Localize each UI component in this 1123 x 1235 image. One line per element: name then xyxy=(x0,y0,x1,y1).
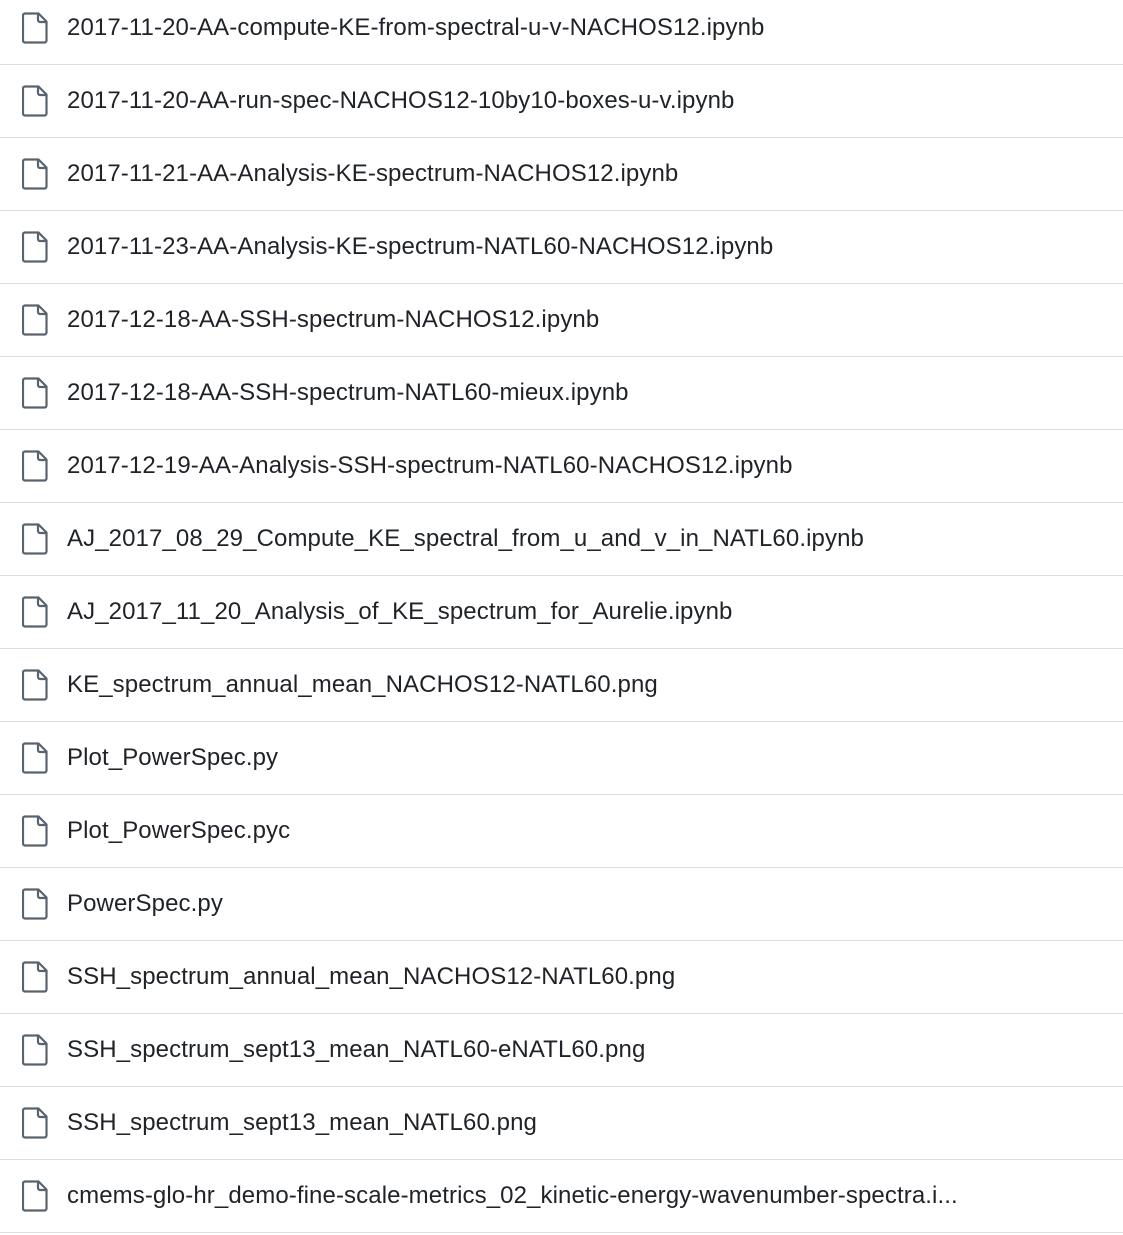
file-name-link[interactable]: 2017-11-20-AA-run-spec-NACHOS12-10by10-b… xyxy=(67,87,1063,115)
file-name-link[interactable]: SSH_spectrum_sept13_mean_NATL60.png xyxy=(67,1109,1063,1137)
file-name-link[interactable]: SSH_spectrum_sept13_mean_NATL60-eNATL60.… xyxy=(67,1036,1063,1064)
file-icon xyxy=(22,596,48,628)
file-row-16[interactable]: cmems-glo-hr_demo-fine-scale-metrics_02_… xyxy=(0,1160,1123,1233)
file-name-link[interactable]: 2017-11-20-AA-compute-KE-from-spectral-u… xyxy=(67,14,1063,42)
file-icon xyxy=(22,85,48,117)
file-row-15[interactable]: SSH_spectrum_sept13_mean_NATL60.png xyxy=(0,1087,1123,1160)
file-icon xyxy=(22,231,48,263)
file-icon xyxy=(22,669,48,701)
file-icon xyxy=(22,158,48,190)
file-name-link[interactable]: SSH_spectrum_annual_mean_NACHOS12-NATL60… xyxy=(67,963,1063,991)
file-icon xyxy=(22,1107,48,1139)
file-row-12[interactable]: PowerSpec.py xyxy=(0,868,1123,941)
file-icon xyxy=(22,1034,48,1066)
file-list: 2017-11-20-AA-compute-KE-from-spectral-u… xyxy=(0,0,1123,1233)
file-icon xyxy=(22,12,48,44)
file-name-link[interactable]: cmems-glo-hr_demo-fine-scale-metrics_02_… xyxy=(67,1182,1063,1210)
file-icon xyxy=(22,304,48,336)
file-icon xyxy=(22,450,48,482)
file-name-link[interactable]: PowerSpec.py xyxy=(67,890,1063,918)
file-row-9[interactable]: KE_spectrum_annual_mean_NACHOS12-NATL60.… xyxy=(0,649,1123,722)
file-icon xyxy=(22,888,48,920)
file-row-3[interactable]: 2017-11-23-AA-Analysis-KE-spectrum-NATL6… xyxy=(0,211,1123,284)
file-row-10[interactable]: Plot_PowerSpec.py xyxy=(0,722,1123,795)
file-icon xyxy=(22,377,48,409)
file-row-0[interactable]: 2017-11-20-AA-compute-KE-from-spectral-u… xyxy=(0,0,1123,65)
file-name-link[interactable]: 2017-11-21-AA-Analysis-KE-spectrum-NACHO… xyxy=(67,160,1063,188)
file-name-link[interactable]: Plot_PowerSpec.py xyxy=(67,744,1063,772)
file-row-8[interactable]: AJ_2017_11_20_Analysis_of_KE_spectrum_fo… xyxy=(0,576,1123,649)
file-row-1[interactable]: 2017-11-20-AA-run-spec-NACHOS12-10by10-b… xyxy=(0,65,1123,138)
file-icon xyxy=(22,742,48,774)
file-name-link[interactable]: AJ_2017_08_29_Compute_KE_spectral_from_u… xyxy=(67,525,1063,553)
file-row-5[interactable]: 2017-12-18-AA-SSH-spectrum-NATL60-mieux.… xyxy=(0,357,1123,430)
file-row-6[interactable]: 2017-12-19-AA-Analysis-SSH-spectrum-NATL… xyxy=(0,430,1123,503)
file-row-14[interactable]: SSH_spectrum_sept13_mean_NATL60-eNATL60.… xyxy=(0,1014,1123,1087)
file-name-link[interactable]: 2017-11-23-AA-Analysis-KE-spectrum-NATL6… xyxy=(67,233,1063,261)
file-name-link[interactable]: 2017-12-19-AA-Analysis-SSH-spectrum-NATL… xyxy=(67,452,1063,480)
file-row-4[interactable]: 2017-12-18-AA-SSH-spectrum-NACHOS12.ipyn… xyxy=(0,284,1123,357)
file-row-7[interactable]: AJ_2017_08_29_Compute_KE_spectral_from_u… xyxy=(0,503,1123,576)
file-row-2[interactable]: 2017-11-21-AA-Analysis-KE-spectrum-NACHO… xyxy=(0,138,1123,211)
file-name-link[interactable]: Plot_PowerSpec.pyc xyxy=(67,817,1063,845)
file-icon xyxy=(22,1180,48,1212)
file-icon xyxy=(22,961,48,993)
file-row-13[interactable]: SSH_spectrum_annual_mean_NACHOS12-NATL60… xyxy=(0,941,1123,1014)
file-row-11[interactable]: Plot_PowerSpec.pyc xyxy=(0,795,1123,868)
file-name-link[interactable]: KE_spectrum_annual_mean_NACHOS12-NATL60.… xyxy=(67,671,1063,699)
file-name-link[interactable]: 2017-12-18-AA-SSH-spectrum-NATL60-mieux.… xyxy=(67,379,1063,407)
file-icon xyxy=(22,523,48,555)
file-icon xyxy=(22,815,48,847)
file-name-link[interactable]: AJ_2017_11_20_Analysis_of_KE_spectrum_fo… xyxy=(67,598,1063,626)
file-name-link[interactable]: 2017-12-18-AA-SSH-spectrum-NACHOS12.ipyn… xyxy=(67,306,1063,334)
